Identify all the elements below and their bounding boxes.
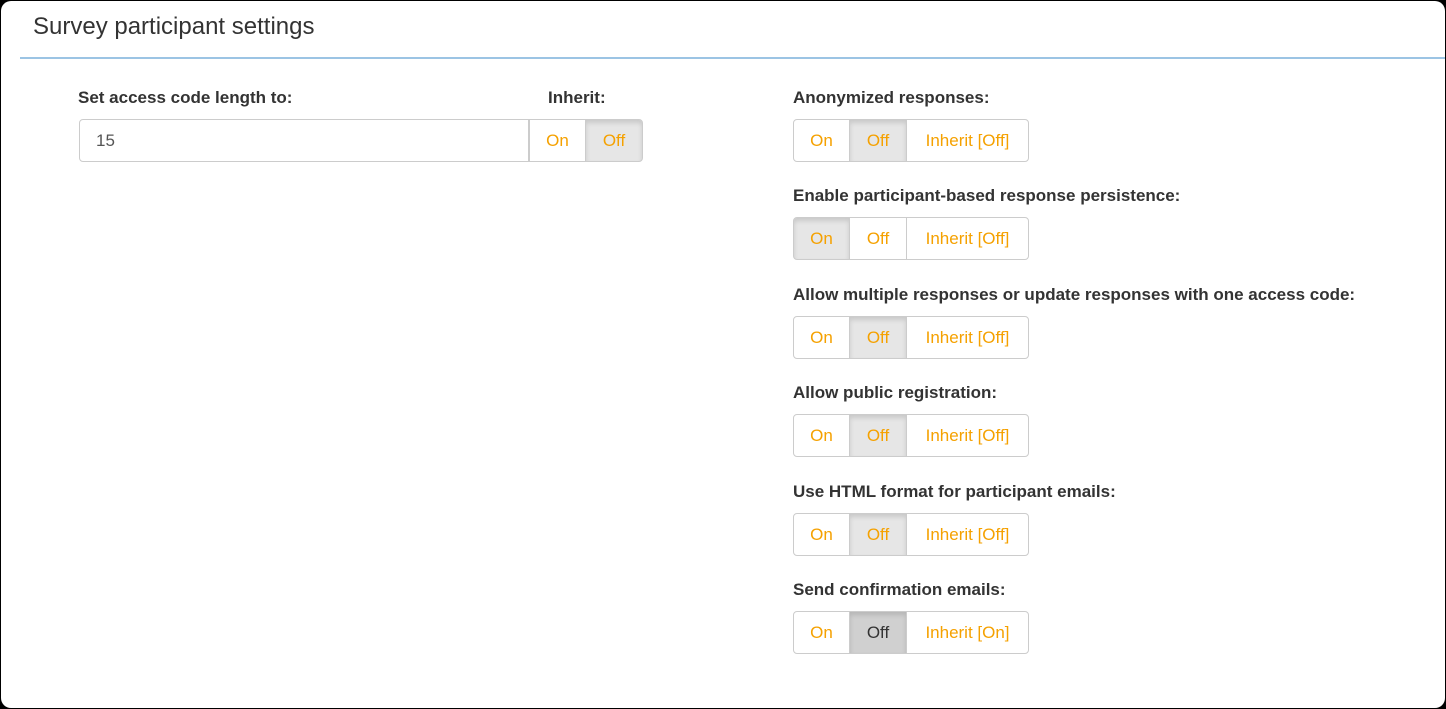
multiple-responses-toggle: On Off Inherit [Off] bbox=[793, 316, 1029, 359]
anonymized-responses-off-button[interactable]: Off bbox=[849, 119, 907, 162]
html-emails-label: Use HTML format for participant emails: bbox=[793, 482, 1116, 501]
confirmation-emails-toggle: On Off Inherit [On] bbox=[793, 611, 1029, 654]
multiple-responses-off-button[interactable]: Off bbox=[849, 316, 907, 359]
anonymized-responses-label: Anonymized responses: bbox=[793, 88, 990, 107]
confirmation-emails-inherit-button[interactable]: Inherit [On] bbox=[906, 611, 1029, 654]
html-emails-on-button[interactable]: On bbox=[793, 513, 850, 556]
multiple-responses-on-button[interactable]: On bbox=[793, 316, 850, 359]
panel-heading: Survey participant settings bbox=[20, 1, 1445, 59]
inherit-on-button[interactable]: On bbox=[529, 119, 586, 162]
response-persistence-label: Enable participant-based response persis… bbox=[793, 186, 1181, 205]
access-code-length-label: Set access code length to: bbox=[78, 88, 293, 107]
public-registration-inherit-button[interactable]: Inherit [Off] bbox=[906, 414, 1029, 457]
access-code-length-input[interactable] bbox=[79, 119, 529, 162]
settings-panel: Survey participant settings Set access c… bbox=[1, 1, 1445, 708]
response-persistence-on-button[interactable]: On bbox=[793, 217, 850, 260]
html-emails-off-button[interactable]: Off bbox=[849, 513, 907, 556]
inherit-toggle-group: On Off bbox=[529, 119, 643, 162]
multiple-responses-inherit-button[interactable]: Inherit [Off] bbox=[906, 316, 1029, 359]
panel-title: Survey participant settings bbox=[33, 13, 315, 40]
html-emails-inherit-button[interactable]: Inherit [Off] bbox=[906, 513, 1029, 556]
inherit-label: Inherit: bbox=[548, 88, 606, 107]
html-emails-toggle: On Off Inherit [Off] bbox=[793, 513, 1029, 556]
response-persistence-off-button[interactable]: Off bbox=[849, 217, 907, 260]
anonymized-responses-toggle: On Off Inherit [Off] bbox=[793, 119, 1029, 162]
multiple-responses-label: Allow multiple responses or update respo… bbox=[793, 285, 1356, 304]
response-persistence-toggle: On Off Inherit [Off] bbox=[793, 217, 1029, 260]
confirmation-emails-off-button[interactable]: Off bbox=[849, 611, 907, 654]
public-registration-off-button[interactable]: Off bbox=[849, 414, 907, 457]
response-persistence-inherit-button[interactable]: Inherit [Off] bbox=[906, 217, 1029, 260]
public-registration-toggle: On Off Inherit [Off] bbox=[793, 414, 1029, 457]
confirmation-emails-on-button[interactable]: On bbox=[793, 611, 850, 654]
confirmation-emails-label: Send confirmation emails: bbox=[793, 580, 1006, 599]
anonymized-responses-on-button[interactable]: On bbox=[793, 119, 850, 162]
inherit-off-button[interactable]: Off bbox=[585, 119, 643, 162]
public-registration-on-button[interactable]: On bbox=[793, 414, 850, 457]
anonymized-responses-inherit-button[interactable]: Inherit [Off] bbox=[906, 119, 1029, 162]
public-registration-label: Allow public registration: bbox=[793, 383, 998, 402]
